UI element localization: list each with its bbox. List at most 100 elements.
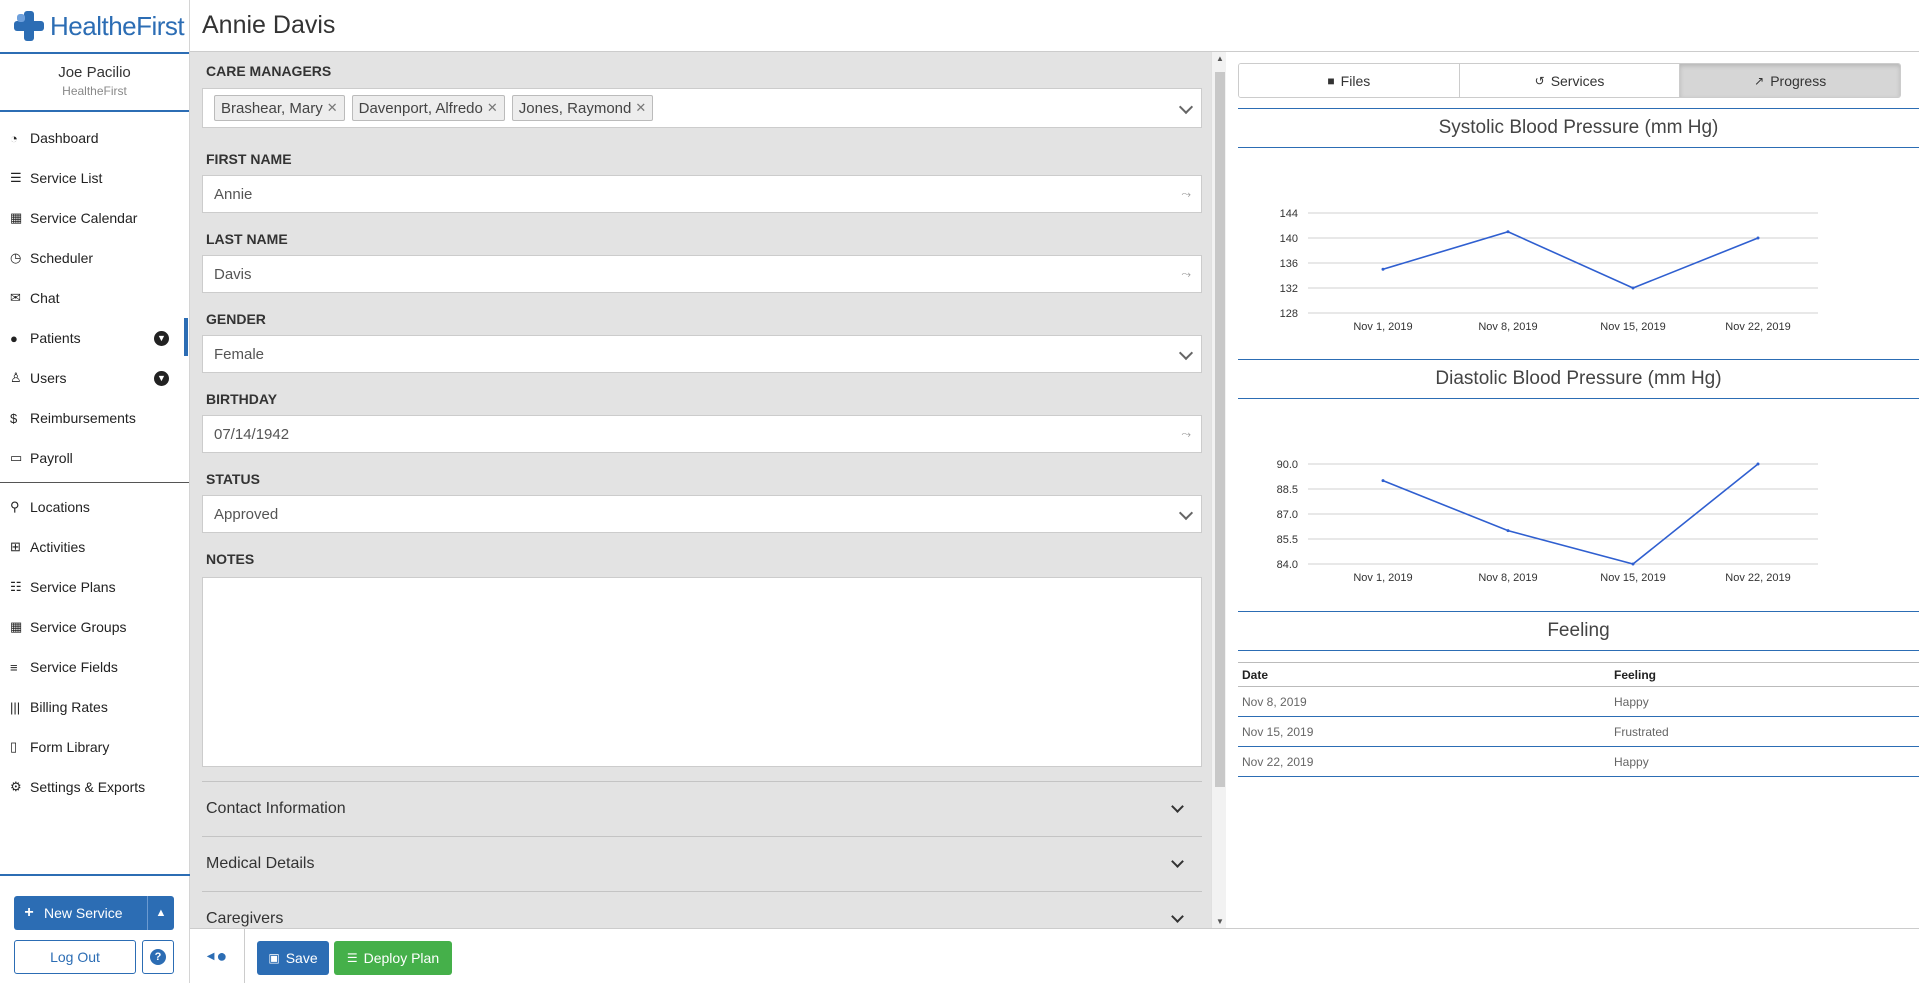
sidebar-item-billing-rates[interactable]: ||| Billing Rates — [0, 687, 189, 727]
gender-label: GENDER — [206, 311, 266, 327]
cell-date: Nov 22, 2019 — [1238, 746, 1610, 777]
scroll-up-icon[interactable]: ▲ — [1216, 54, 1224, 63]
y-tick-label: 85.5 — [1277, 534, 1298, 546]
sidebar-item-service-groups[interactable]: ▦ Service Groups — [0, 607, 189, 647]
page-header: Annie Davis — [190, 0, 1919, 52]
status-value: Approved — [214, 505, 279, 523]
sidebar-item-label: Service Groups — [30, 619, 127, 635]
scrollbar-thumb[interactable] — [1215, 72, 1225, 787]
user-org: HealtheFirst — [62, 84, 127, 98]
chevron-down-icon[interactable]: ▼ — [154, 330, 169, 346]
care-managers-select[interactable]: Brashear, Mary ✕ Davenport, Alfredo ✕ Jone… — [202, 88, 1202, 128]
birthday-value: 07/14/1942 — [214, 425, 290, 443]
x-tick-label: Nov 15, 2019 — [1600, 321, 1665, 333]
diastolic-chart-svg: 84.0 85.5 87.0 88.5 90.0 Nov 1, 2019 Nov 8, 20… — [1277, 459, 1818, 584]
last-name-field[interactable]: Davis ⤳ — [202, 255, 1202, 293]
care-manager-tag: Brashear, Mary ✕ — [214, 95, 345, 121]
user-tie-icon: ♙ — [10, 370, 22, 385]
sidebar-item-label: Service Plans — [30, 579, 116, 595]
column-header: Feeling — [1610, 662, 1919, 687]
footer-bar: ◀ ● ▣ Save ☰ Deploy Plan — [190, 928, 1919, 983]
list-ol-icon: ☷ — [10, 579, 22, 594]
deploy-plan-button[interactable]: ☰ Deploy Plan — [334, 941, 452, 975]
sidebar-item-patients[interactable]: ● Patients ▼ — [0, 318, 189, 358]
data-point — [1631, 562, 1635, 566]
sidebar-item-form-library[interactable]: ▯ Form Library — [0, 727, 189, 767]
y-tick-label: 144 — [1280, 208, 1298, 220]
status-select[interactable]: Approved — [202, 495, 1202, 533]
tag-label: Jones, Raymond — [518, 99, 632, 117]
dashboard-icon: ◔ — [10, 130, 18, 146]
remove-tag-icon[interactable]: ✕ — [327, 100, 338, 116]
form-scrollbar[interactable]: ▲ ▼ — [1211, 52, 1227, 928]
toggle-patient-panel-button[interactable]: ◀ ● — [190, 929, 245, 983]
birthday-field[interactable]: 07/14/1942 ⤳ — [202, 415, 1202, 453]
last-name-label: LAST NAME — [206, 231, 288, 247]
chevron-down-icon[interactable] — [1178, 99, 1194, 115]
save-button[interactable]: ▣ Save — [257, 941, 329, 975]
sidebar-item-scheduler[interactable]: ◷ Scheduler — [0, 238, 189, 278]
table-row: Nov 22, 2019 Happy — [1238, 746, 1919, 777]
sidebar-item-activities[interactable]: ⊞ Activities — [0, 527, 189, 567]
data-point — [1756, 462, 1760, 466]
help-button[interactable]: ? — [142, 940, 174, 974]
autofill-icon: ⤳ — [1181, 186, 1191, 201]
sidebar-item-reimbursements[interactable]: $ Reimbursements — [0, 398, 189, 438]
gender-value: Female — [214, 345, 265, 363]
patient-form: CARE MANAGERS Brashear, Mary ✕ Davenport,… — [190, 52, 1211, 928]
tab-progress[interactable]: ↗ Progress — [1680, 64, 1900, 97]
section-medical-details[interactable]: Medical Details — [202, 836, 1202, 891]
table-row: Nov 8, 2019 Happy — [1238, 686, 1919, 717]
map-marker-icon: ⚲ — [10, 499, 20, 514]
diastolic-chart-title: Diastolic Blood Pressure (mm Hg) — [1238, 359, 1919, 399]
y-tick-label: 90.0 — [1277, 459, 1298, 471]
logo[interactable]: HealtheFirst — [0, 0, 189, 54]
y-tick-label: 84.0 — [1277, 559, 1298, 571]
sidebar-item-users[interactable]: ♙ Users ▼ — [0, 358, 189, 398]
panel-gutter — [1226, 52, 1238, 928]
chevron-down-icon[interactable]: ▼ — [154, 370, 169, 386]
nav-divider — [0, 482, 189, 483]
tab-services[interactable]: ↺ Services — [1459, 64, 1681, 97]
sidebar-item-dashboard[interactable]: ◔ Dashboard — [0, 118, 189, 158]
cell-feeling: Frustrated — [1610, 716, 1919, 747]
file-icon: ▯ — [10, 739, 18, 754]
sidebar-item-chat[interactable]: ✉ Chat — [0, 278, 189, 318]
chevron-up-icon[interactable]: ▲ — [147, 896, 174, 930]
data-point — [1381, 267, 1385, 271]
gender-select[interactable]: Female — [202, 335, 1202, 373]
sidebar-item-service-fields[interactable]: ≡ Service Fields — [0, 647, 189, 687]
sidebar-item-settings-exports[interactable]: ⚙ Settings & Exports — [0, 767, 189, 807]
tab-label: Progress — [1770, 72, 1827, 89]
sidebar-item-label: Reimbursements — [30, 410, 136, 426]
sidebar-item-payroll[interactable]: ▭ Payroll — [0, 438, 189, 478]
y-tick-label: 140 — [1280, 233, 1298, 245]
logout-button[interactable]: Log Out — [14, 940, 136, 974]
x-tick-label: Nov 1, 2019 — [1353, 321, 1412, 333]
page-title: Annie Davis — [202, 11, 336, 39]
scroll-down-icon[interactable]: ▼ — [1216, 917, 1224, 926]
data-point — [1631, 286, 1635, 290]
sidebar-item-locations[interactable]: ⚲ Locations — [0, 487, 189, 527]
sidebar-bottom: + New Service ▲ Log Out ? — [0, 874, 190, 983]
remove-tag-icon[interactable]: ✕ — [635, 100, 646, 116]
first-name-field[interactable]: Annie ⤳ — [202, 175, 1202, 213]
x-tick-label: Nov 15, 2019 — [1600, 572, 1665, 584]
first-name-label: FIRST NAME — [206, 151, 292, 167]
feeling-table: Date Feeling Nov 8, 2019 Happy Nov 15, 20… — [1238, 662, 1919, 777]
sidebar-item-label: Locations — [30, 499, 90, 515]
remove-tag-icon[interactable]: ✕ — [487, 100, 498, 116]
section-contact-information[interactable]: Contact Information — [202, 781, 1202, 836]
notes-textarea[interactable] — [202, 577, 1202, 767]
new-service-button[interactable]: + New Service ▲ — [14, 896, 174, 930]
tab-files[interactable]: ■ Files — [1239, 64, 1460, 97]
sidebar-item-service-plans[interactable]: ☷ Service Plans — [0, 567, 189, 607]
sidebar-item-service-calendar[interactable]: ▦ Service Calendar — [0, 198, 189, 238]
save-icon: ▣ — [268, 951, 280, 965]
section-caregivers[interactable]: Caregivers — [202, 891, 1202, 928]
y-tick-label: 132 — [1280, 283, 1298, 295]
sidebar-item-service-list[interactable]: ☰ Service List — [0, 158, 189, 198]
autofill-icon: ⤳ — [1181, 266, 1191, 281]
section-label: Caregivers — [206, 910, 284, 927]
column-header: Date — [1238, 662, 1610, 687]
